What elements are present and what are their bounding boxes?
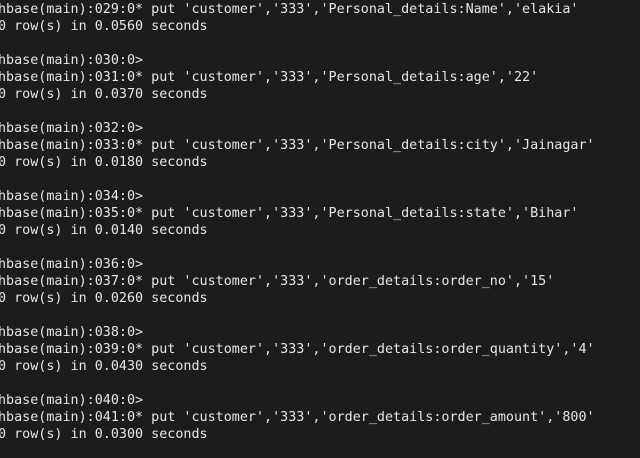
terminal-line: hbase(main):033:0* put 'customer','333',… — [0, 138, 595, 153]
terminal-line: hbase(main):031:0* put 'customer','333',… — [0, 70, 539, 85]
terminal-line: 0 row(s) in 0.0300 seconds — [0, 427, 208, 442]
terminal-line: 0 row(s) in 0.0370 seconds — [0, 87, 208, 102]
terminal-line: hbase(main):034:0> — [0, 189, 144, 204]
terminal-line: hbase(main):040:0> — [0, 393, 144, 408]
terminal-line: hbase(main):036:0> — [0, 257, 144, 272]
terminal-line: hbase(main):039:0* put 'customer','333',… — [0, 342, 595, 357]
terminal-line: hbase(main):032:0> — [0, 121, 144, 136]
terminal-line: 0 row(s) in 0.0140 seconds — [0, 223, 208, 238]
terminal-line: 0 row(s) in 0.0430 seconds — [0, 359, 208, 374]
terminal-line: 0 row(s) in 0.0560 seconds — [0, 19, 208, 34]
terminal-line: 0 row(s) in 0.0180 seconds — [0, 155, 208, 170]
terminal-line: hbase(main):038:0> — [0, 325, 144, 340]
terminal-line: hbase(main):035:0* put 'customer','333',… — [0, 206, 579, 221]
terminal-line: hbase(main):037:0* put 'customer','333',… — [0, 274, 555, 289]
terminal-line: hbase(main):041:0* put 'customer','333',… — [0, 410, 595, 425]
terminal-line: hbase(main):030:0> — [0, 53, 144, 68]
terminal-line: hbase(main):029:0* put 'customer','333',… — [0, 2, 579, 17]
terminal-output[interactable]: hbase(main):029:0* put 'customer','333',… — [0, 0, 638, 458]
terminal-line: 0 row(s) in 0.0260 seconds — [0, 291, 208, 306]
